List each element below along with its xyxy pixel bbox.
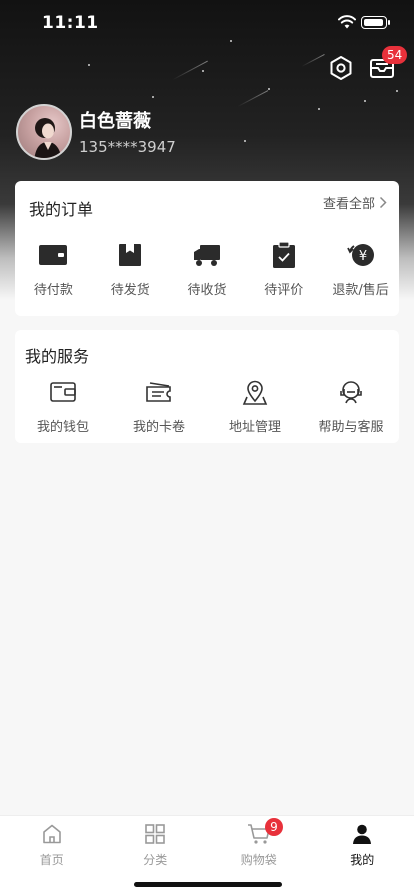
orders-title: 我的订单 <box>29 200 94 219</box>
ticket-icon <box>143 376 175 408</box>
grid-icon <box>143 822 167 846</box>
view-all-orders-link[interactable]: 查看全部 <box>323 193 387 212</box>
order-pending-shipment[interactable]: 待发货 <box>92 239 169 298</box>
home-indicator <box>134 882 282 887</box>
order-refund-aftersale[interactable]: ¥ 退款/售后 <box>322 239 399 298</box>
service-coupons[interactable]: 我的卡卷 <box>111 376 207 435</box>
service-label: 我的卡卷 <box>132 420 185 435</box>
status-time: 11:11 <box>42 13 99 33</box>
box-icon <box>114 239 146 271</box>
user-icon <box>350 822 374 846</box>
location-icon <box>239 376 271 408</box>
tab-profile[interactable]: 我的 <box>311 816 414 896</box>
view-all-label: 查看全部 <box>322 197 375 212</box>
cart-badge: 9 <box>265 818 283 836</box>
avatar[interactable] <box>16 104 72 160</box>
tab-label: 首页 <box>39 853 64 867</box>
settings-icon[interactable] <box>328 55 354 81</box>
services-card: 我的服务 我的钱包 我的卡卷 地址管理 帮助与客服 <box>15 330 399 443</box>
home-icon <box>40 822 64 846</box>
orders-card: 我的订单 查看全部 待付款 待发货 待收货 待评价 ¥ 退款/售后 <box>15 181 399 316</box>
order-label: 待付款 <box>33 283 73 298</box>
messages-badge: 54 <box>382 46 408 64</box>
order-pending-receipt[interactable]: 待收货 <box>169 239 246 298</box>
services-title: 我的服务 <box>25 347 90 366</box>
service-wallet[interactable]: 我的钱包 <box>15 376 111 435</box>
wifi-icon <box>338 15 356 29</box>
battery-icon <box>361 16 390 29</box>
username: 白色蔷薇 <box>79 111 151 132</box>
order-label: 待评价 <box>264 283 304 298</box>
refund-yen-icon: ¥ <box>345 239 377 271</box>
truck-icon <box>191 239 223 271</box>
order-label: 待收货 <box>187 283 227 298</box>
order-label: 退款/售后 <box>332 283 389 298</box>
tab-label: 分类 <box>143 853 168 867</box>
service-label: 地址管理 <box>228 420 281 435</box>
svg-text:¥: ¥ <box>358 249 366 264</box>
service-help[interactable]: 帮助与客服 <box>303 376 399 435</box>
tab-label: 购物袋 <box>240 853 277 867</box>
order-pending-payment[interactable]: 待付款 <box>15 239 92 298</box>
wallet-outline-icon <box>47 376 79 408</box>
status-bar: 11:11 <box>0 0 414 48</box>
order-pending-review[interactable]: 待评价 <box>245 239 322 298</box>
wallet-icon <box>37 239 69 271</box>
clipboard-check-icon <box>268 239 300 271</box>
phone-number: 135****3947 <box>79 138 176 156</box>
tab-label: 我的 <box>350 853 375 867</box>
tab-home[interactable]: 首页 <box>0 816 104 896</box>
order-label: 待发货 <box>110 283 150 298</box>
service-label: 帮助与客服 <box>318 420 384 435</box>
service-address[interactable]: 地址管理 <box>207 376 303 435</box>
chevron-right-icon <box>379 196 387 209</box>
service-label: 我的钱包 <box>36 420 89 435</box>
headset-icon <box>335 376 367 408</box>
